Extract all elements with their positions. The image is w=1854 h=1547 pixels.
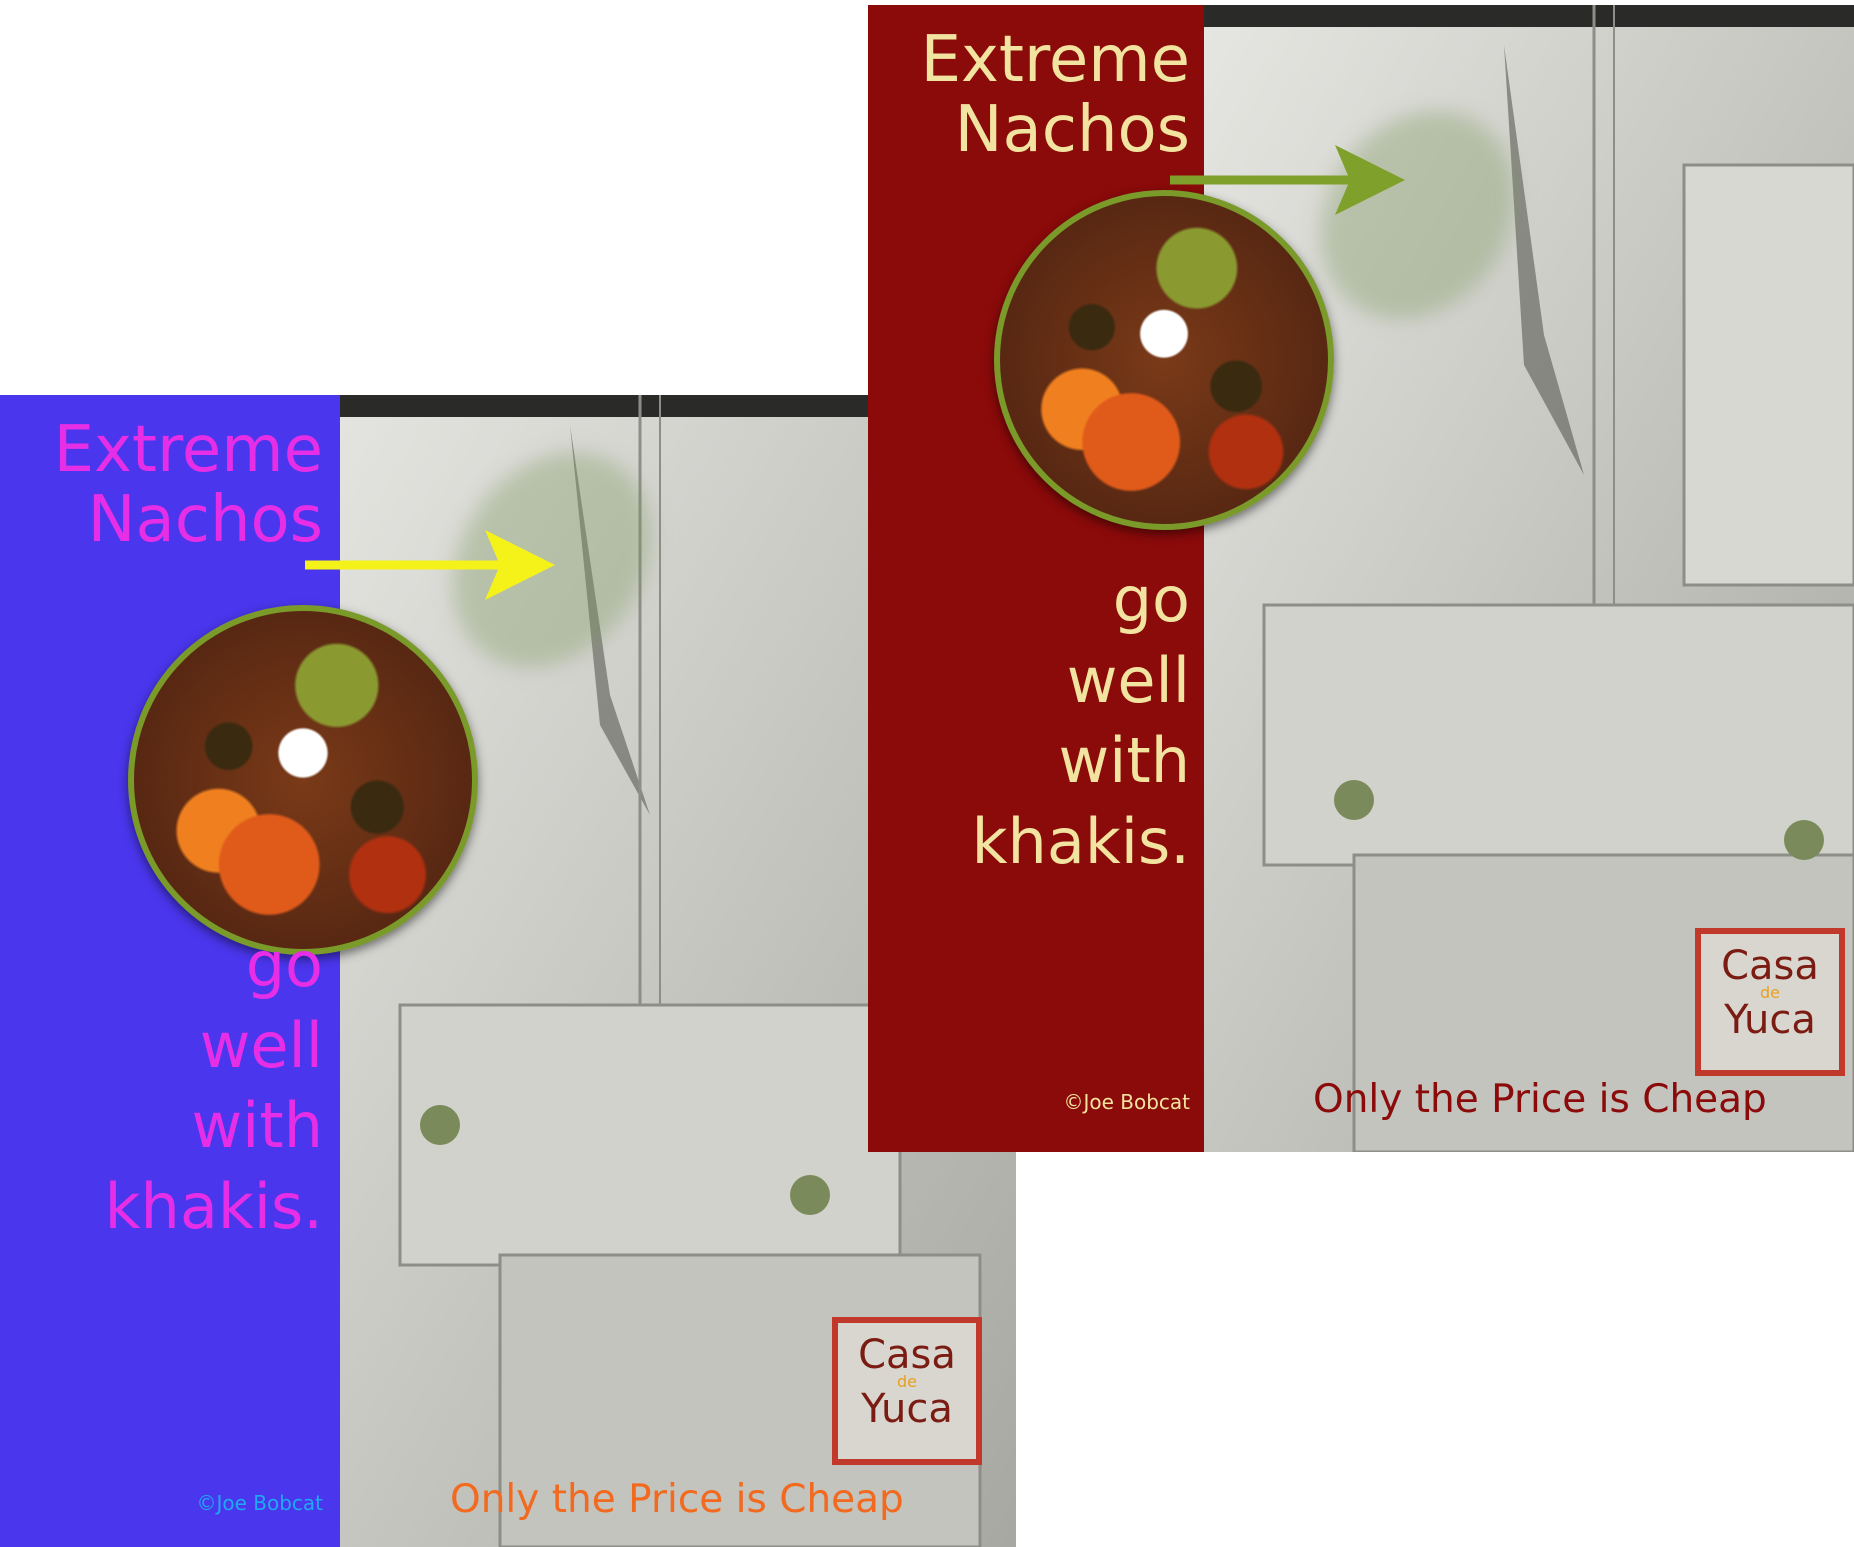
casa-de-yuca-logo: Casa de Yuca	[832, 1317, 982, 1465]
arrow-icon	[305, 530, 555, 600]
tagline: go well with khakis.	[971, 563, 1190, 878]
credit: ©Joe Bobcat	[1063, 1090, 1190, 1114]
arrow-icon	[1170, 145, 1405, 215]
slogan: Only the Price is Cheap	[1313, 1077, 1767, 1122]
casa-de-yuca-logo: Casa de Yuca	[1695, 928, 1845, 1076]
poster-red: Extreme Nachos go well with khakis. Casa…	[868, 5, 1854, 1152]
headline: Extreme Nachos	[920, 23, 1190, 168]
credit: ©Joe Bobcat	[196, 1491, 323, 1515]
slogan: Only the Price is Cheap	[450, 1477, 904, 1522]
tagline: go well with khakis.	[104, 928, 323, 1243]
nachos-image	[994, 190, 1334, 530]
poster-blue: Extreme Nachos go well with khakis. Casa…	[0, 395, 1016, 1547]
headline: Extreme Nachos	[53, 413, 323, 558]
nachos-image	[128, 605, 478, 955]
